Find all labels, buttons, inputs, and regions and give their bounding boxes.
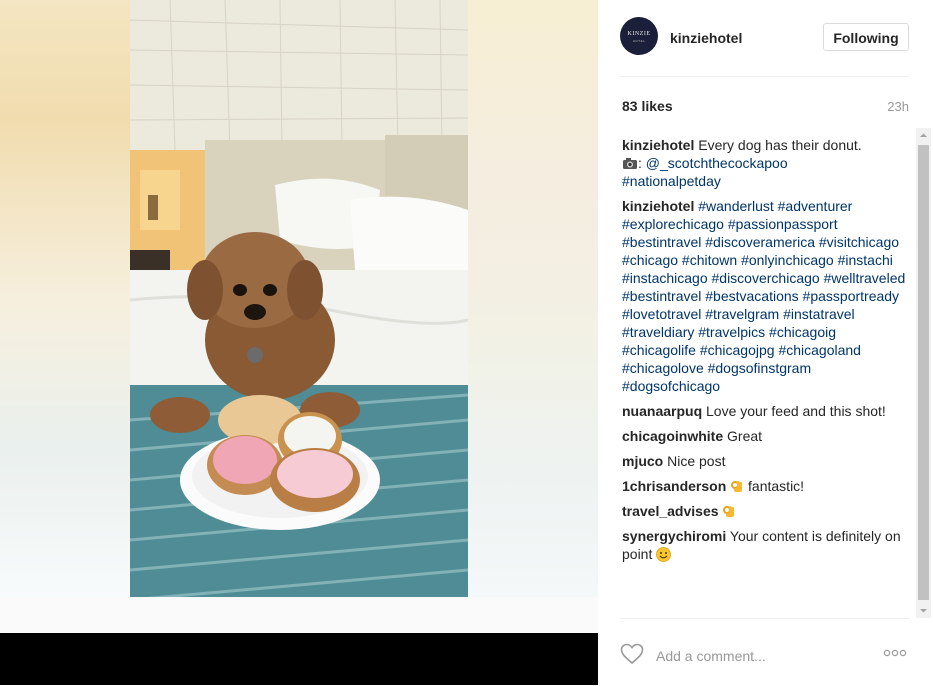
scroll-up-arrow-icon[interactable]: [916, 128, 931, 143]
comment-item: travel_advises: [622, 502, 912, 520]
avatar[interactable]: KINZIE HOTEL: [620, 17, 658, 55]
comment-username[interactable]: synergychiromi: [622, 528, 726, 544]
caption-mention[interactable]: @_scotchthecockapoo: [646, 155, 788, 171]
comment-username[interactable]: travel_advises: [622, 503, 719, 519]
caption-username[interactable]: kinziehotel: [622, 137, 694, 153]
hashtag-comment: kinziehotel #wanderlust #adventurer #exp…: [622, 197, 912, 395]
comment-footer: [620, 618, 909, 686]
comment-text: Nice post: [663, 453, 726, 469]
smiley-emoji: [656, 547, 672, 562]
comment-username[interactable]: chicagoinwhite: [622, 428, 723, 444]
avatar-logo-text: KINZIE: [627, 31, 651, 37]
caption-text: Every dog has their donut.: [694, 137, 862, 153]
ok-hand-emoji: [731, 481, 743, 492]
comment-item: nuanaarpuq Love your feed and this shot!: [622, 402, 912, 420]
heart-outline-icon[interactable]: [620, 643, 644, 665]
post-details-panel: KINZIE HOTEL kinziehotel Following 83 li…: [598, 0, 933, 685]
comment-username[interactable]: nuanaarpuq: [622, 403, 702, 419]
caption: kinziehotel Every dog has their donut. :…: [622, 136, 912, 190]
post-photo[interactable]: [130, 0, 468, 597]
backdrop-strip: [0, 633, 598, 685]
caption-hashtag[interactable]: #nationalpetday: [622, 173, 721, 189]
comments-list: kinziehotel Every dog has their donut. :…: [622, 136, 912, 616]
comment-username[interactable]: kinziehotel: [622, 198, 694, 214]
comment-item: synergychiromi Your content is definitel…: [622, 527, 912, 563]
caption-line2-prefix: :: [638, 155, 646, 171]
photo-blur-right: [468, 0, 598, 597]
post-header: KINZIE HOTEL kinziehotel Following: [620, 17, 909, 77]
likes-row: 83 likes 23h: [622, 98, 909, 118]
comment-item: chicagoinwhite Great: [622, 427, 912, 445]
scroll-down-arrow-icon[interactable]: [916, 603, 931, 618]
comment-text: Great: [723, 428, 763, 444]
post-username[interactable]: kinziehotel: [670, 30, 742, 46]
comment-item: mjuco Nice post: [622, 452, 912, 470]
camera-emoji: [623, 158, 637, 169]
post-time[interactable]: 23h: [887, 99, 909, 114]
comment-text: Love your feed and this shot!: [702, 403, 886, 419]
post-media[interactable]: [0, 0, 598, 597]
scroll-thumb[interactable]: [918, 145, 929, 600]
comment-text: fantastic!: [744, 478, 805, 494]
hashtag-list[interactable]: #wanderlust #adventurer #explorechicago …: [622, 198, 905, 394]
photo-footer-space: [0, 597, 598, 633]
add-comment-input[interactable]: [654, 645, 858, 667]
comment-item: 1chrisanderson fantastic!: [622, 477, 912, 495]
photo-blur-left: [0, 0, 130, 597]
dog-donut-image: [130, 0, 468, 597]
likes-count[interactable]: 83 likes: [622, 98, 673, 114]
following-button[interactable]: Following: [823, 23, 909, 51]
avatar-logo-sub: HOTEL: [632, 39, 646, 43]
comment-username[interactable]: 1chrisanderson: [622, 478, 726, 494]
ok-hand-emoji: [723, 506, 735, 517]
comments-scrollbar[interactable]: [916, 128, 931, 618]
comment-username[interactable]: mjuco: [622, 453, 663, 469]
ellipsis-icon[interactable]: [883, 649, 907, 657]
